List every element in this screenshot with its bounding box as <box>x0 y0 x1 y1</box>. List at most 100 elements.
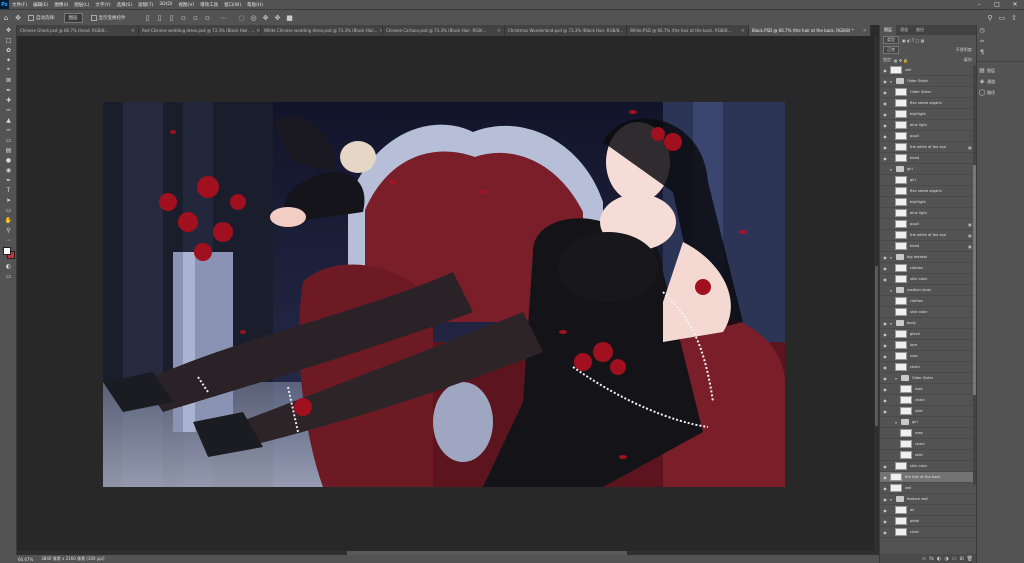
dock-item[interactable]: ✑ <box>977 36 1024 47</box>
lock-position-icon[interactable]: ✥ <box>899 58 902 63</box>
layer-group-row[interactable]: ◉ ▾ feature wall <box>880 494 976 505</box>
visibility-eye-icon[interactable]: ◉ <box>880 112 890 117</box>
layer-row[interactable]: girl <box>880 175 976 186</box>
lasso-tool-icon[interactable]: ✿ <box>0 45 17 55</box>
menu-window[interactable]: 窗口(W) <box>224 2 241 8</box>
visibility-eye-icon[interactable]: ◉ <box>880 266 890 271</box>
filter-pixel-icon[interactable]: ▣ <box>902 38 906 43</box>
menu-image[interactable]: 图像(I) <box>54 2 68 8</box>
dock-item-paths[interactable]: ◯ 路径 <box>977 87 1024 98</box>
home-icon[interactable]: ⌂ <box>2 14 10 22</box>
layer-row[interactable]: head ▣ <box>880 241 976 252</box>
pen-tool-icon[interactable]: ✒ <box>0 175 17 185</box>
visibility-eye-icon[interactable]: ◉ <box>880 486 890 491</box>
marquee-tool-icon[interactable]: □ <box>0 35 17 45</box>
maximize-icon[interactable]: □ <box>988 0 1006 9</box>
lock-all-icon[interactable]: 🔒 <box>903 58 908 63</box>
auto-select-dropdown[interactable]: 图层 <box>63 12 83 23</box>
visibility-eye-icon[interactable]: ◉ <box>880 475 890 480</box>
quick-mask-icon[interactable]: ◐ <box>0 261 17 271</box>
layer-row[interactable]: ◉ veil <box>880 483 976 494</box>
layer-filter-dropdown[interactable]: 类型 <box>883 36 899 44</box>
visibility-eye-icon[interactable]: ◉ <box>880 145 890 150</box>
delete-layer-icon[interactable]: 🗑 <box>967 556 973 562</box>
close-tab-icon[interactable]: × <box>131 28 135 34</box>
menu-3d[interactable]: 3D(D) <box>159 2 172 7</box>
layer-row[interactable]: ◉ skin color <box>880 461 976 472</box>
eyedropper-tool-icon[interactable]: ✒ <box>0 85 17 95</box>
visibility-eye-icon[interactable]: ◉ <box>880 519 890 524</box>
menu-layer[interactable]: 图层(L) <box>74 2 89 8</box>
visibility-eye-icon[interactable]: ◉ <box>880 508 890 513</box>
healing-brush-tool-icon[interactable]: ✚ <box>0 95 17 105</box>
layer-style-icon[interactable]: fx <box>929 556 934 562</box>
layer-group-row[interactable]: ◉ ▾ big breasts <box>880 252 976 263</box>
photoshop-logo-icon[interactable]: Ps <box>0 0 9 9</box>
rectangle-tool-icon[interactable]: ▭ <box>0 205 17 215</box>
visibility-eye-icon[interactable]: ◉ <box>880 376 890 381</box>
align-right-icon[interactable]: ▯ <box>168 14 176 22</box>
foreground-color-swatch[interactable] <box>3 247 11 255</box>
tab-document[interactable]: Chinese Ghost.psd @ 66.7% (head, RGB/8..… <box>17 25 139 36</box>
layer-group-row[interactable]: ◉ ▾ Older Sister <box>880 76 976 87</box>
new-layer-icon[interactable]: ⊞ <box>959 556 963 562</box>
filter-smart-icon[interactable]: ▦ <box>921 38 925 43</box>
link-layers-icon[interactable]: ∞ <box>922 556 926 562</box>
layer-row[interactable]: ◉ chair <box>880 527 976 538</box>
menu-select[interactable]: 选择(S) <box>117 2 132 8</box>
tab-document-active[interactable]: Black.PSD @ 66.7% (the hair at the back,… <box>749 25 871 36</box>
layer-group-row[interactable]: ▾ medium bust <box>880 285 976 296</box>
visibility-eye-icon[interactable]: ◉ <box>880 409 890 414</box>
3d-rotate-icon[interactable]: ◎ <box>250 14 258 22</box>
close-tab-icon[interactable]: × <box>863 28 867 34</box>
visibility-eye-icon[interactable]: ◉ <box>880 255 890 260</box>
layer-row[interactable]: skin color <box>880 307 976 318</box>
filter-type-icon[interactable]: T <box>912 38 914 43</box>
layer-row[interactable]: ◉ five sense organs <box>880 98 976 109</box>
video-camera-icon[interactable]: ■ <box>286 14 294 22</box>
crop-tool-icon[interactable]: ⌖ <box>0 65 17 75</box>
layer-row[interactable]: highlight <box>880 197 976 208</box>
3d-mode-icon[interactable]: ◌ <box>238 14 246 22</box>
close-tab-icon[interactable]: × <box>256 28 260 34</box>
lock-pixels-icon[interactable]: ▦ <box>894 58 898 63</box>
visibility-eye-icon[interactable]: ◉ <box>880 101 890 106</box>
dock-item[interactable]: ◷ <box>977 25 1024 36</box>
layer-group-row[interactable]: ▾ girl <box>880 417 976 428</box>
menu-plugins[interactable]: 增效工具 <box>200 2 218 8</box>
visibility-eye-icon[interactable]: ◉ <box>880 497 890 502</box>
new-group-icon[interactable]: ▭ <box>952 556 957 562</box>
visibility-eye-icon[interactable]: ◉ <box>880 134 890 139</box>
minimize-icon[interactable]: – <box>970 0 988 9</box>
visibility-eye-icon[interactable]: ◉ <box>880 277 890 282</box>
layer-row[interactable]: ◉ the hair at the back <box>880 472 976 483</box>
quick-select-tool-icon[interactable]: ✦ <box>0 55 17 65</box>
layer-row[interactable]: ◉ rose <box>880 384 976 395</box>
adjustment-layer-icon[interactable]: ◑ <box>944 556 948 562</box>
move-tool-icon[interactable]: ✥ <box>0 25 17 35</box>
layer-row[interactable]: ◉ rose <box>880 351 976 362</box>
menu-filter[interactable]: 滤镜(T) <box>138 2 153 8</box>
hand-tool-icon[interactable]: ✋ <box>0 215 17 225</box>
move-tool-icon[interactable]: ✥ <box>14 14 22 22</box>
visibility-eye-icon[interactable]: ◉ <box>880 343 890 348</box>
tab-layers[interactable]: 图层 <box>880 25 896 35</box>
layer-row[interactable]: skirt <box>880 450 976 461</box>
tab-document[interactable]: Red Chinese wedding dress.psd @ 73.3% (B… <box>139 25 261 36</box>
visibility-eye-icon[interactable]: ◉ <box>880 464 890 469</box>
3d-drag-icon[interactable]: ✥ <box>262 14 270 22</box>
zoom-tool-icon[interactable]: ⚲ <box>0 225 17 235</box>
align-top-icon[interactable]: ▫ <box>180 14 188 22</box>
blur-tool-icon[interactable]: ● <box>0 155 17 165</box>
visibility-eye-icon[interactable]: ◉ <box>880 387 890 392</box>
screen-mode-icon[interactable]: ▭ <box>0 271 17 281</box>
menu-file[interactable]: 文件(F) <box>12 2 27 8</box>
layer-row[interactable]: ◉ blue light <box>880 120 976 131</box>
layer-group-row[interactable]: ◉ ▾ body <box>880 318 976 329</box>
search-icon[interactable]: ⚲ <box>986 14 994 22</box>
show-transform-checkbox[interactable]: 显示变换控件 <box>90 14 126 21</box>
tab-document[interactable]: White Chinese wedding dress.psd @ 73.3% … <box>261 25 383 36</box>
visibility-eye-icon[interactable]: ◉ <box>880 332 890 337</box>
close-tab-icon[interactable]: × <box>497 28 501 34</box>
visibility-eye-icon[interactable]: ◉ <box>880 530 890 535</box>
